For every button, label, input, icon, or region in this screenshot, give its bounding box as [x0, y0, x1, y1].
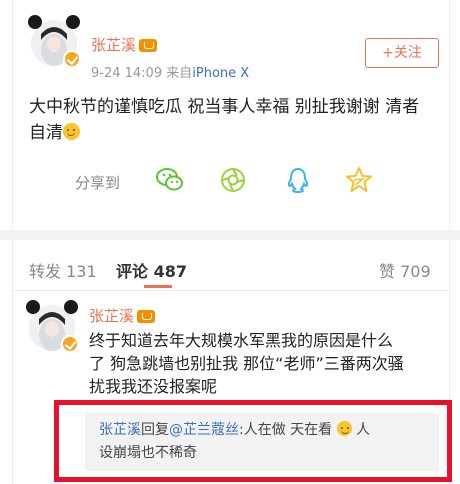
tab-repost-count: 131	[66, 262, 97, 281]
post-avatar-wrap[interactable]	[28, 15, 81, 68]
post-source-device[interactable]: iPhone X	[192, 66, 249, 81]
post-text-line-2: 自清	[29, 120, 439, 146]
highlight-annotation-box	[54, 400, 452, 482]
comment-text-line: 了 狗急跳墙也别扯我 那位“老师”三番两次骚	[89, 354, 404, 373]
share-label: 分享到	[75, 174, 121, 192]
post-text-fragment: 自清	[29, 123, 63, 143]
tab-comments-count: 487	[153, 262, 187, 281]
section-gap	[0, 230, 460, 240]
vip-crown-icon	[139, 39, 158, 52]
vip-crown-icon	[137, 310, 156, 323]
post-username[interactable]: 张芷溪	[91, 36, 136, 54]
comment-text-line: 扰我我还没报案呢	[89, 377, 218, 396]
comment-text-line: 终于知道去年大规模水军黑我的原因是什么	[89, 331, 394, 350]
post-author-line: 张芷溪	[91, 34, 158, 55]
post-meta: 9-24 14:09 来自iPhone X	[91, 62, 249, 81]
comment-body: 终于知道去年大规模水军黑我的原因是什么 了 狗急跳墙也别扯我 那位“老师”三番两…	[89, 329, 439, 398]
post-text-line: 大中秋节的谨慎吃瓜 祝当事人幸福 别扯我谢谢 清者	[29, 97, 420, 117]
post-timestamp: 9-24 14:09	[91, 66, 163, 81]
qq-icon[interactable]	[285, 166, 311, 194]
verified-badge-icon	[61, 335, 79, 353]
avatar-ear-decoration	[66, 15, 80, 29]
post-card: 张芷溪 9-24 14:09 来自iPhone X +关注 大中秋节的谨慎吃瓜 …	[12, 0, 450, 230]
tab-repost-label: 转发	[29, 262, 62, 281]
tab-likes-count: 709	[400, 262, 431, 281]
comment-avatar-wrap[interactable]	[26, 300, 79, 353]
avatar-ear-decoration	[28, 15, 42, 29]
avatar-ear-decoration	[64, 300, 78, 314]
qzone-icon[interactable]	[345, 166, 373, 194]
follow-button[interactable]: +关注	[365, 38, 439, 68]
active-tab-indicator	[144, 285, 172, 288]
post-body: 大中秋节的谨慎吃瓜 祝当事人幸福 别扯我谢谢 清者 自清	[29, 94, 439, 146]
tab-comments[interactable]: 评论 487	[116, 258, 187, 282]
tab-likes[interactable]: 赞 709	[379, 258, 431, 282]
verified-badge-icon	[63, 50, 81, 68]
post-source-prefix: 来自	[166, 66, 193, 81]
avatar-ear-decoration	[26, 300, 40, 314]
comment-username[interactable]: 张芷溪	[89, 307, 134, 325]
tab-likes-label: 赞	[379, 262, 396, 281]
tab-comments-label: 评论	[116, 262, 149, 281]
wechat-icon[interactable]	[155, 166, 185, 194]
feedback-tabs: 转发 131 评论 487 赞 709	[12, 240, 450, 290]
moments-icon[interactable]	[219, 166, 247, 194]
smile-emoji-icon	[63, 123, 80, 140]
tab-repost[interactable]: 转发 131	[29, 258, 97, 282]
comment-author-line: 张芷溪	[89, 305, 156, 326]
